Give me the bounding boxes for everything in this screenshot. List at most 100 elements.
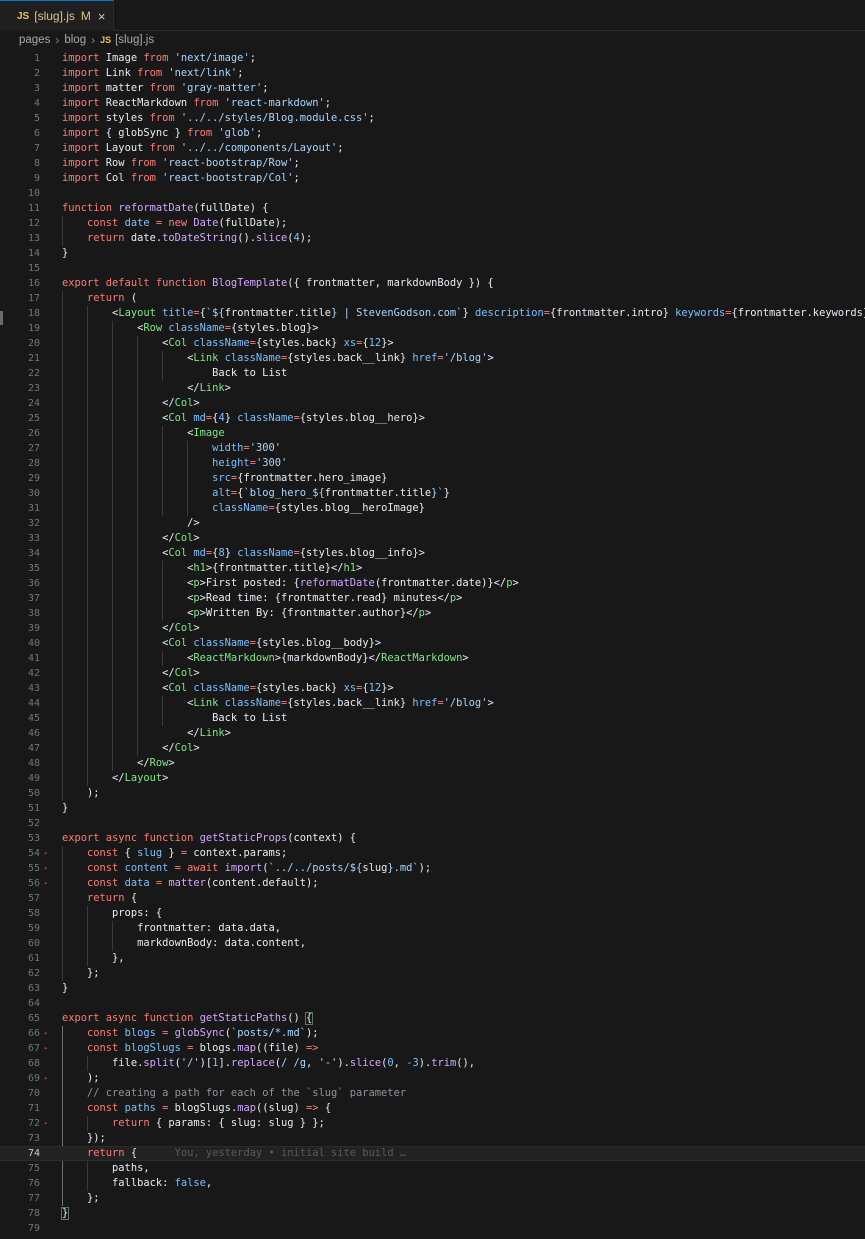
code-line[interactable]: 43 <Col className={styles.back} xs={12}>: [0, 681, 865, 696]
code-line[interactable]: 51}: [0, 801, 865, 816]
code-line[interactable]: 7 import Layout from '../../components/La…: [0, 141, 865, 156]
code-line[interactable]: 41 <ReactMarkdown>{markdownBody}</ReactM…: [0, 651, 865, 666]
code-line[interactable]: 10: [0, 186, 865, 201]
code-line[interactable]: 16 export default function BlogTemplate({…: [0, 276, 865, 291]
code-line[interactable]: 3 import matter from 'gray-matter';: [0, 81, 865, 96]
code-line[interactable]: 13 return date.toDateString().slice(4);: [0, 231, 865, 246]
code-line[interactable]: 72 ▸ return { params: { slug: slug } };: [0, 1116, 865, 1131]
code-line[interactable]: 59 frontmatter: data.data,: [0, 921, 865, 936]
triangle-marker-icon[interactable]: ▸: [44, 1071, 48, 1086]
code-line[interactable]: 39 </Col>: [0, 621, 865, 636]
code-line[interactable]: 55 ▸ const content = await import(`../../…: [0, 861, 865, 876]
code-line[interactable]: 58 props: {: [0, 906, 865, 921]
code-line[interactable]: 69 ▸ );: [0, 1071, 865, 1086]
code-line[interactable]: 17 return (: [0, 291, 865, 306]
code-editor[interactable]: 1 import Image from 'next/image'; 2 import …: [0, 49, 865, 1239]
code-line[interactable]: 4 import ReactMarkdown from 'react-markdo…: [0, 96, 865, 111]
code-line[interactable]: 44 <Link className={styles.back__link} h…: [0, 696, 865, 711]
code-line[interactable]: 9 import Col from 'react-bootstrap/Col';: [0, 171, 865, 186]
code-token: Col: [174, 667, 194, 679]
code-line[interactable]: 24 </Col>: [0, 396, 865, 411]
code-line[interactable]: 21 <Link className={styles.back__link} h…: [0, 351, 865, 366]
code-line[interactable]: 25 <Col md={4} className={styles.blog__h…: [0, 411, 865, 426]
code-line[interactable]: 64: [0, 996, 865, 1011]
code-line[interactable]: 53 export async function getStaticProps(c…: [0, 831, 865, 846]
triangle-marker-icon[interactable]: ▸: [44, 1116, 48, 1131]
code-line[interactable]: 65 export async function getStaticPaths()…: [0, 1011, 865, 1026]
breadcrumb-item-blog[interactable]: blog: [64, 34, 86, 46]
code-token: {styles.back__link}: [287, 352, 413, 364]
code-line[interactable]: 62 };: [0, 966, 865, 981]
code-line[interactable]: 31 className={styles.blog__heroImage}: [0, 501, 865, 516]
code-line[interactable]: 23 </Link>: [0, 381, 865, 396]
code-line[interactable]: 26 <Image: [0, 426, 865, 441]
code-line[interactable]: 32 />: [0, 516, 865, 531]
code-line[interactable]: 47 </Col>: [0, 741, 865, 756]
code-line[interactable]: 19 <Row className={styles.blog}>: [0, 321, 865, 336]
triangle-marker-icon[interactable]: ▸: [44, 846, 48, 861]
code-line[interactable]: 74 return { You, yesterday • initial sit…: [0, 1146, 865, 1161]
code-line[interactable]: 66 ▸ const blogs = globSync(`posts/*.md`)…: [0, 1026, 865, 1041]
code-line[interactable]: 5 import styles from '../../styles/Blog.m…: [0, 111, 865, 126]
code-line[interactable]: 11 function reformatDate(fullDate) {: [0, 201, 865, 216]
code-line[interactable]: 54 ▸ const { slug } = context.params;: [0, 846, 865, 861]
code-line[interactable]: 50 );: [0, 786, 865, 801]
code-line[interactable]: 56 ▸ const data = matter(content.default)…: [0, 876, 865, 891]
code-line[interactable]: 70 // creating a path for each of the `s…: [0, 1086, 865, 1101]
code-line[interactable]: 38 <p>Written By: {frontmatter.author}</…: [0, 606, 865, 621]
code-token: ;: [237, 67, 244, 79]
code-line[interactable]: 14}: [0, 246, 865, 261]
triangle-marker-icon[interactable]: ▸: [44, 876, 48, 891]
code-token: >Read time: {frontmatter.read} minutes</: [199, 592, 450, 604]
close-icon[interactable]: ×: [98, 9, 106, 24]
code-line[interactable]: 60 markdownBody: data.content,: [0, 936, 865, 951]
code-line[interactable]: 37 <p>Read time: {frontmatter.read} minu…: [0, 591, 865, 606]
code-line[interactable]: 27 width='300': [0, 441, 865, 456]
code-line[interactable]: 33 </Col>: [0, 531, 865, 546]
code-line[interactable]: 6 import { globSync } from 'glob';: [0, 126, 865, 141]
code-line[interactable]: 8 import Row from 'react-bootstrap/Row';: [0, 156, 865, 171]
code-line[interactable]: 71 const paths = blogSlugs.map((slug) =>…: [0, 1101, 865, 1116]
code-line[interactable]: 77 };: [0, 1191, 865, 1206]
code-line[interactable]: 40 <Col className={styles.blog__body}>: [0, 636, 865, 651]
code-line[interactable]: 76 fallback: false,: [0, 1176, 865, 1191]
triangle-marker-icon[interactable]: ▸: [44, 861, 48, 876]
code-line[interactable]: 15: [0, 261, 865, 276]
code-line[interactable]: 12 const date = new Date(fullDate);: [0, 216, 865, 231]
code-line[interactable]: 35 <h1>{frontmatter.title}</h1>: [0, 561, 865, 576]
code-line[interactable]: 73 });: [0, 1131, 865, 1146]
breadcrumb-item-file[interactable]: [slug].js: [115, 34, 154, 46]
code-line[interactable]: 57 return {: [0, 891, 865, 906]
triangle-marker-icon[interactable]: ▸: [44, 1026, 48, 1041]
code-token: </: [62, 382, 200, 394]
code-line[interactable]: 18 <Layout title={`${frontmatter.title} …: [0, 306, 865, 321]
code-line[interactable]: 22 Back to List: [0, 366, 865, 381]
code-line[interactable]: 48 </Row>: [0, 756, 865, 771]
code-line[interactable]: 63}: [0, 981, 865, 996]
code-token: href: [412, 697, 438, 709]
code-line[interactable]: 34 <Col md={8} className={styles.blog__i…: [0, 546, 865, 561]
code-token: const: [87, 877, 125, 889]
code-line[interactable]: 79: [0, 1221, 865, 1236]
code-line[interactable]: 52: [0, 816, 865, 831]
code-line[interactable]: 29 src={frontmatter.hero_image}: [0, 471, 865, 486]
code-line[interactable]: 67 ▸ const blogSlugs = blogs.map((file) =…: [0, 1041, 865, 1056]
code-line[interactable]: 30 alt={`blog_hero_${frontmatter.title}`…: [0, 486, 865, 501]
tab-slug-js[interactable]: JS [slug].js M ×: [0, 0, 114, 31]
code-line[interactable]: 45 Back to List: [0, 711, 865, 726]
code-line[interactable]: 36 <p>First posted: {reformatDate(frontm…: [0, 576, 865, 591]
code-line[interactable]: 61 },: [0, 951, 865, 966]
code-line[interactable]: 1 import Image from 'next/image';: [0, 51, 865, 66]
code-line[interactable]: 75 paths,: [0, 1161, 865, 1176]
code-line[interactable]: 78}: [0, 1206, 865, 1221]
code-line[interactable]: 28 height='300': [0, 456, 865, 471]
code-line[interactable]: 46 </Link>: [0, 726, 865, 741]
breadcrumb-item-pages[interactable]: pages: [19, 34, 50, 46]
code-line[interactable]: 20 <Col className={styles.back} xs={12}>: [0, 336, 865, 351]
code-line[interactable]: 49 </Layout>: [0, 771, 865, 786]
triangle-marker-icon[interactable]: ▸: [44, 1041, 48, 1056]
code-line[interactable]: 2 import Link from 'next/link';: [0, 66, 865, 81]
code-line[interactable]: 68 file.split('/')[1].replace(/ /g, '-')…: [0, 1056, 865, 1071]
code-token: } | StevenGodson.com`: [331, 307, 463, 319]
code-line[interactable]: 42 </Col>: [0, 666, 865, 681]
